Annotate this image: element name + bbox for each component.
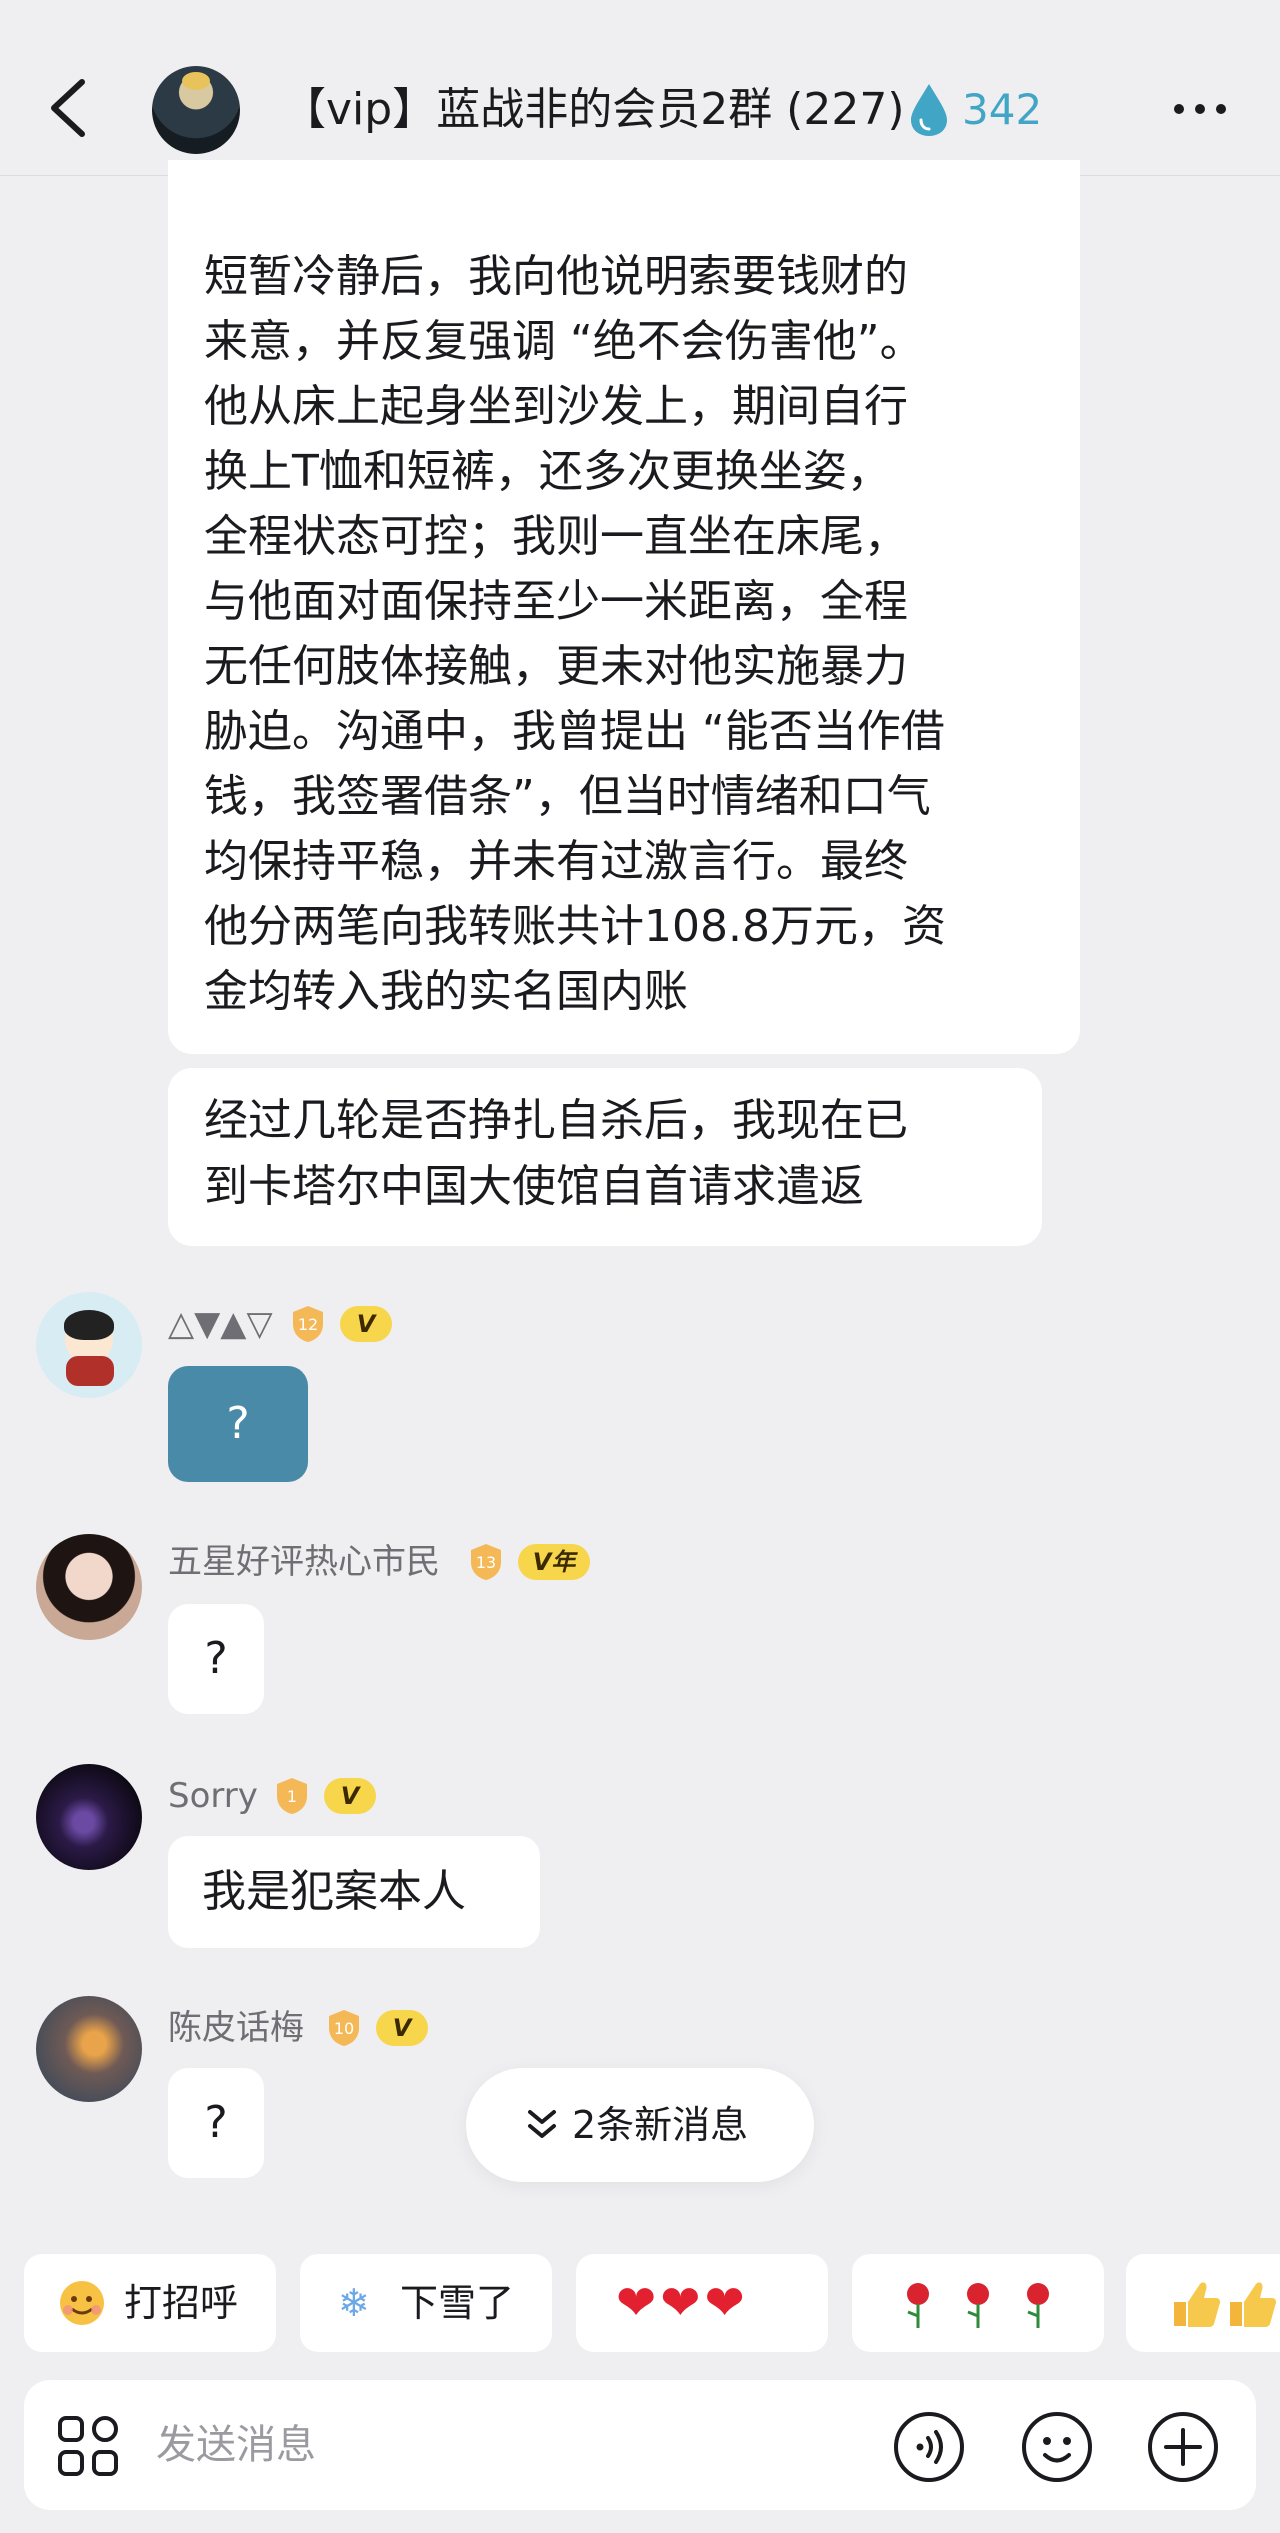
quick-reply-chip[interactable]: ❤❤❤ [576,2254,828,2352]
level-number: 1 [287,1787,297,1806]
quick-reply-chip[interactable]: 打招呼 [24,2254,276,2352]
sender-name: Sorry [168,1776,258,1816]
roses-icon [896,2254,1066,2352]
level-number: 10 [334,2019,354,2038]
drop-count: 342 [962,85,1043,134]
level-number: 12 [298,1315,318,1334]
double-chevron-down-icon [528,2110,556,2138]
sender-name: 陈皮话梅 [168,2008,304,2048]
message-bubble[interactable]: 我是犯案本人 [168,1836,540,1948]
level-badge-icon: 1 [274,1776,310,1816]
wave-emoji-icon [56,2254,108,2352]
level-badge-icon: 13 [468,1542,504,1582]
quick-reply-chip[interactable]: ❄ 下雪了 [300,2254,552,2352]
chat-header: 【vip】蓝战非的会员2群 (227) 342 [0,0,1280,176]
quick-reply-label: 下雪了 [400,2281,515,2325]
sender-name: 五星好评热心市民 [168,1542,440,1582]
dot-icon [1195,104,1205,114]
message-input-bar: 发送消息 [24,2380,1256,2510]
quick-reply-chip[interactable] [852,2254,1104,2352]
vip-badge: V [340,1306,392,1342]
dot-icon [1216,104,1226,114]
avatar[interactable] [36,1534,142,1640]
thumbs-up-icon [1166,2254,1276,2352]
message-bubble[interactable]: 经过几轮是否挣扎自杀后，我现在已 到卡塔尔中国大使馆自首请求遣返 [168,1068,1042,1246]
avatar[interactable] [36,1292,142,1398]
plus-icon[interactable] [1146,2410,1220,2484]
message-input[interactable]: 发送消息 [156,2380,316,2510]
vip-badge: V [376,2010,428,2046]
more-options-button[interactable] [1168,86,1232,130]
vip-badge: V年 [518,1544,590,1580]
emoji-icon[interactable] [1020,2410,1094,2484]
group-avatar[interactable] [152,66,240,154]
back-arrow-icon [51,79,85,137]
vip-badge: V [324,1778,376,1814]
sender-name: △▼▲▽ [168,1304,273,1344]
quick-reply-row: 打招呼 ❄ 下雪了 ❤❤❤ [0,2254,1280,2352]
avatar[interactable] [36,1764,142,1870]
message-bubble[interactable]: ? [168,1366,308,1482]
quick-reply-label: 打招呼 [124,2281,239,2325]
level-badge-icon: 12 [290,1304,326,1344]
voice-input-icon[interactable] [892,2410,966,2484]
apps-grid-icon[interactable] [56,2414,120,2478]
hearts-icon: ❤❤❤ [616,2275,749,2331]
message-bubble[interactable]: ? [168,2068,264,2178]
water-drop-icon [911,84,947,136]
message-bubble[interactable]: ? [168,1604,264,1714]
quick-reply-chip[interactable] [1126,2254,1280,2352]
level-number: 13 [476,1553,496,1572]
dot-icon [1174,104,1184,114]
message-bubble[interactable]: 短暂冷静后，我向他说明索要钱财的 来意，并反复强调 “绝不会伤害他”。 他从床上… [168,160,1080,1054]
avatar[interactable] [36,1996,142,2102]
level-badge-icon: 10 [326,2008,362,2048]
group-title[interactable]: 【vip】蓝战非的会员2群 (227) [282,80,905,140]
new-messages-label: 2条新消息 [572,2103,749,2147]
snowflake-icon: ❄ [338,2281,370,2325]
new-messages-button[interactable]: 2条新消息 [466,2068,814,2182]
back-button[interactable] [40,68,100,148]
